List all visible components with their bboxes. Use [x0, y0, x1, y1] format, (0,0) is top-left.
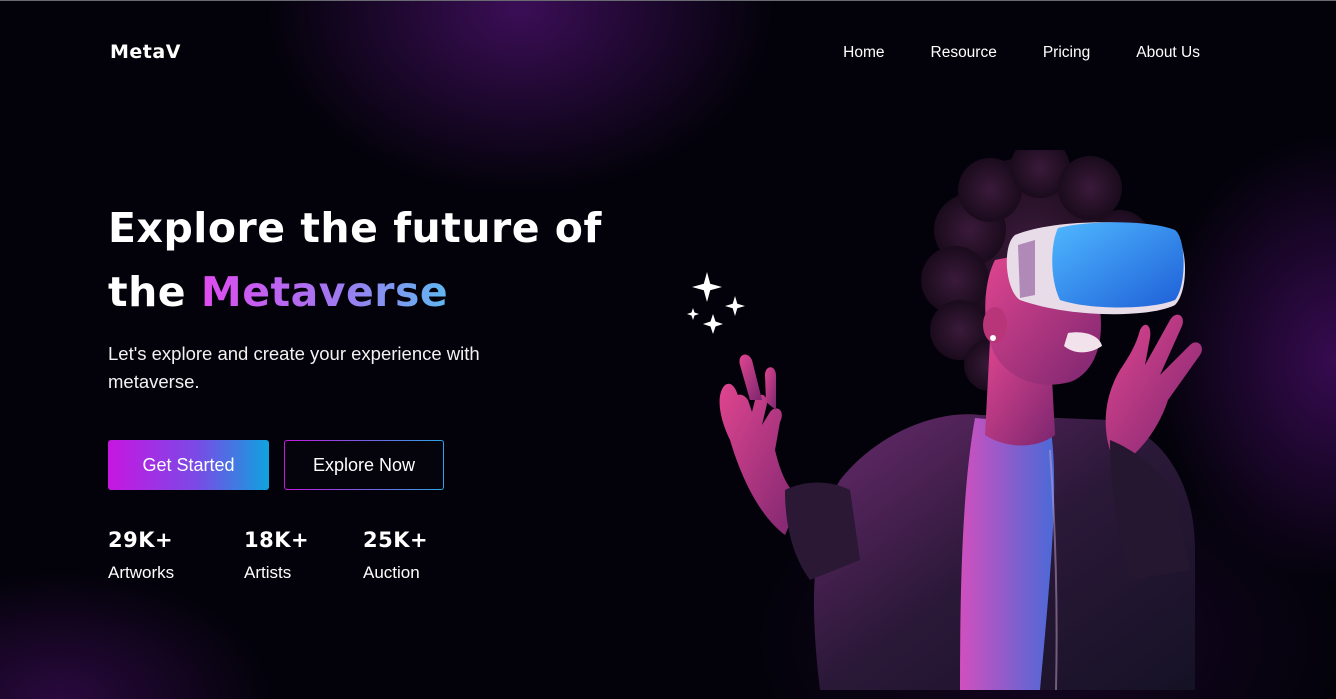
explore-now-label: Explore Now: [285, 441, 443, 489]
hero-headline: Explore the future of the Metaverse: [108, 196, 602, 324]
nav-about-us[interactable]: About Us: [1136, 44, 1200, 62]
logo[interactable]: MetaV: [110, 41, 181, 63]
stat-value: 25K+: [363, 528, 429, 552]
vr-person-illustration: [719, 150, 1202, 690]
top-border: [0, 0, 1336, 1]
stat-artists: 18K+ Artists: [244, 528, 309, 583]
explore-now-button[interactable]: Explore Now: [284, 440, 444, 490]
nav-home[interactable]: Home: [843, 44, 884, 62]
headline-highlight: Metaverse: [200, 268, 449, 316]
nav-pricing[interactable]: Pricing: [1043, 44, 1090, 62]
stat-value: 29K+: [108, 528, 174, 552]
stat-auction: 25K+ Auction: [363, 528, 428, 583]
get-started-button[interactable]: Get Started: [108, 440, 269, 490]
stat-artworks: 29K+ Artworks: [108, 528, 174, 583]
stat-value: 18K+: [244, 528, 310, 552]
headline-prefix: the: [108, 268, 187, 316]
headline-line-1: Explore the future of: [108, 204, 602, 252]
stat-label: Artworks: [108, 563, 175, 582]
stat-label: Artists: [244, 563, 292, 582]
main-nav: Home Resource Pricing About Us: [843, 44, 1200, 62]
nav-resource[interactable]: Resource: [931, 44, 997, 62]
hero-subtitle: Let's explore and create your experience…: [108, 343, 480, 392]
stat-label: Auction: [363, 563, 420, 582]
